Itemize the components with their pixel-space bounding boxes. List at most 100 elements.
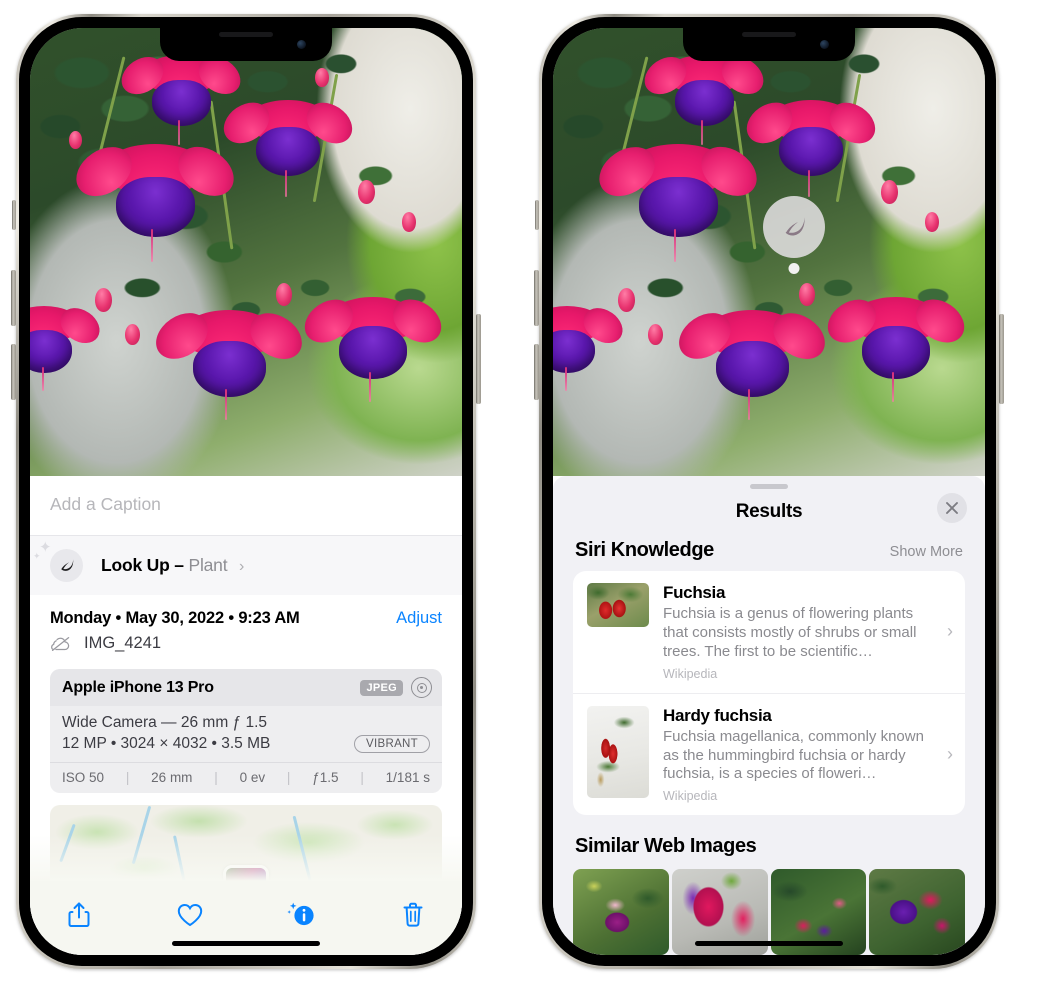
silent-switch[interactable]	[535, 200, 539, 230]
chevron-right-icon: ›	[947, 621, 953, 642]
photo-foliage	[553, 28, 985, 476]
map-river	[58, 823, 76, 863]
delete-button[interactable]	[390, 895, 436, 935]
fuchsia-bloom	[328, 296, 419, 402]
exif-separator: |	[360, 770, 364, 785]
close-button[interactable]	[937, 493, 967, 523]
iphone-right: Results Siri Knowledge Show More Fuchsia…	[534, 14, 1004, 969]
leaf-icon	[785, 217, 805, 236]
adjust-button[interactable]: Adjust	[396, 609, 442, 628]
list-item[interactable]: Fuchsia Fuchsia is a genus of flowering …	[573, 571, 965, 693]
exif-iso: ISO 50	[62, 770, 105, 785]
photo-foliage	[30, 28, 462, 476]
volume-up-button[interactable]	[11, 270, 16, 326]
exif-exposure: 0 ev	[239, 770, 266, 785]
home-indicator[interactable]	[695, 941, 843, 946]
silent-switch[interactable]	[12, 200, 16, 230]
result-title: Hardy fuchsia	[663, 705, 772, 725]
fuchsia-bloom	[704, 310, 801, 421]
photo-info-sheet: Add a Caption ✦ ✦ Look Up – Plant › Mond…	[30, 476, 462, 955]
exif-separator: |	[214, 770, 218, 785]
volume-up-button[interactable]	[534, 270, 539, 326]
look-up-row[interactable]: ✦ ✦ Look Up – Plant ›	[30, 535, 462, 595]
show-more-button[interactable]: Show More	[890, 544, 963, 560]
exif-aperture: ƒ1.5	[312, 770, 339, 785]
flower-bud	[617, 287, 635, 312]
flower-bud	[94, 287, 112, 312]
screenshot-root: Add a Caption ✦ ✦ Look Up – Plant › Mond…	[0, 0, 1055, 985]
home-indicator[interactable]	[172, 941, 320, 946]
fuchsia-bloom	[246, 99, 330, 198]
share-button[interactable]	[56, 895, 102, 935]
earpiece-speaker	[219, 32, 273, 37]
iphone-left: Add a Caption ✦ ✦ Look Up – Plant › Mond…	[11, 14, 481, 969]
fuchsia-bloom	[181, 310, 278, 421]
sparkle-icon: ✦ ✦	[33, 539, 52, 561]
web-image-4[interactable]	[869, 869, 965, 955]
similar-web-images-header: Similar Web Images	[553, 815, 985, 867]
siri-knowledge-title: Siri Knowledge	[575, 539, 714, 561]
cloud-slash-icon	[51, 636, 70, 651]
similar-web-images-title: Similar Web Images	[575, 835, 757, 857]
phone-bezel: Add a Caption ✦ ✦ Look Up – Plant › Mond…	[19, 17, 473, 966]
metadata-block: Monday • May 30, 2022 • 9:23 AM Adjust I…	[30, 595, 462, 663]
info-button[interactable]	[279, 895, 325, 935]
share-icon	[68, 902, 90, 927]
result-source: Wikipedia	[663, 666, 718, 681]
power-button[interactable]	[476, 314, 481, 404]
photographic-style-badge: VIBRANT	[354, 735, 430, 753]
phone-screen-left: Add a Caption ✦ ✦ Look Up – Plant › Mond…	[30, 28, 462, 955]
result-description: Fuchsia magellanica, commonly known as t…	[663, 727, 924, 783]
exif-row: ISO 50 | 26 mm | 0 ev | ƒ1.5 | 1/181 s	[50, 762, 442, 793]
photo-viewer[interactable]	[30, 28, 462, 476]
map-river	[131, 805, 152, 865]
caption-input[interactable]: Add a Caption	[30, 476, 462, 535]
leaf-icon: ✦ ✦	[33, 540, 83, 582]
chevron-right-icon: ›	[239, 558, 245, 575]
camera-lens: Wide Camera — 26 mm ƒ 1.5	[62, 714, 268, 731]
notch	[683, 28, 855, 61]
front-camera-icon	[820, 40, 829, 49]
close-icon	[946, 502, 958, 514]
photo-viewer[interactable]	[553, 28, 985, 476]
result-thumbnail	[587, 705, 649, 798]
camera-card-body: Wide Camera — 26 mm ƒ 1.5 12 MP • 3024 ×…	[50, 706, 442, 762]
fuchsia-bloom	[626, 144, 731, 262]
earpiece-speaker	[742, 32, 796, 37]
camera-device: Apple iPhone 13 Pro	[62, 678, 214, 696]
format-badge: JPEG	[360, 679, 403, 696]
trash-icon	[403, 902, 423, 927]
power-button[interactable]	[999, 314, 1004, 404]
result-thumbnail	[587, 583, 649, 627]
camera-card-header: Apple iPhone 13 Pro JPEG	[50, 669, 442, 706]
fuchsia-bloom	[851, 296, 942, 402]
list-item[interactable]: Hardy fuchsia Fuchsia magellanica, commo…	[573, 692, 965, 815]
result-title: Fuchsia	[663, 583, 726, 602]
results-header: Results	[553, 489, 985, 539]
flower-bud	[648, 323, 664, 345]
look-up-label-group: Look Up – Plant ›	[101, 555, 244, 576]
siri-knowledge-header: Siri Knowledge Show More	[553, 539, 985, 571]
raw-circle-icon	[411, 677, 432, 698]
look-up-subject: Plant	[188, 555, 228, 575]
result-source: Wikipedia	[663, 789, 718, 804]
web-image-1[interactable]	[573, 869, 669, 955]
flower-bud	[924, 211, 939, 232]
exif-focal: 26 mm	[151, 770, 193, 785]
photo-toolbar	[30, 881, 462, 955]
flower-bud	[68, 131, 82, 150]
look-up-badge[interactable]	[763, 196, 825, 274]
siri-knowledge-card: Fuchsia Fuchsia is a genus of flowering …	[573, 571, 965, 815]
exif-shutter: 1/181 s	[385, 770, 430, 785]
heart-icon	[178, 903, 203, 927]
look-up-anchor-dot	[788, 263, 800, 274]
flower-bud	[401, 211, 416, 232]
exif-separator: |	[125, 770, 130, 785]
favorite-button[interactable]	[167, 895, 213, 935]
volume-down-button[interactable]	[11, 344, 16, 400]
photo-filename: IMG_4241	[84, 634, 162, 652]
result-description: Fuchsia is a genus of flowering plants t…	[663, 605, 917, 660]
volume-down-button[interactable]	[534, 344, 539, 400]
camera-info-card: Apple iPhone 13 Pro JPEG Wide Camera — 2…	[50, 669, 442, 793]
fuchsia-bloom	[553, 305, 604, 392]
